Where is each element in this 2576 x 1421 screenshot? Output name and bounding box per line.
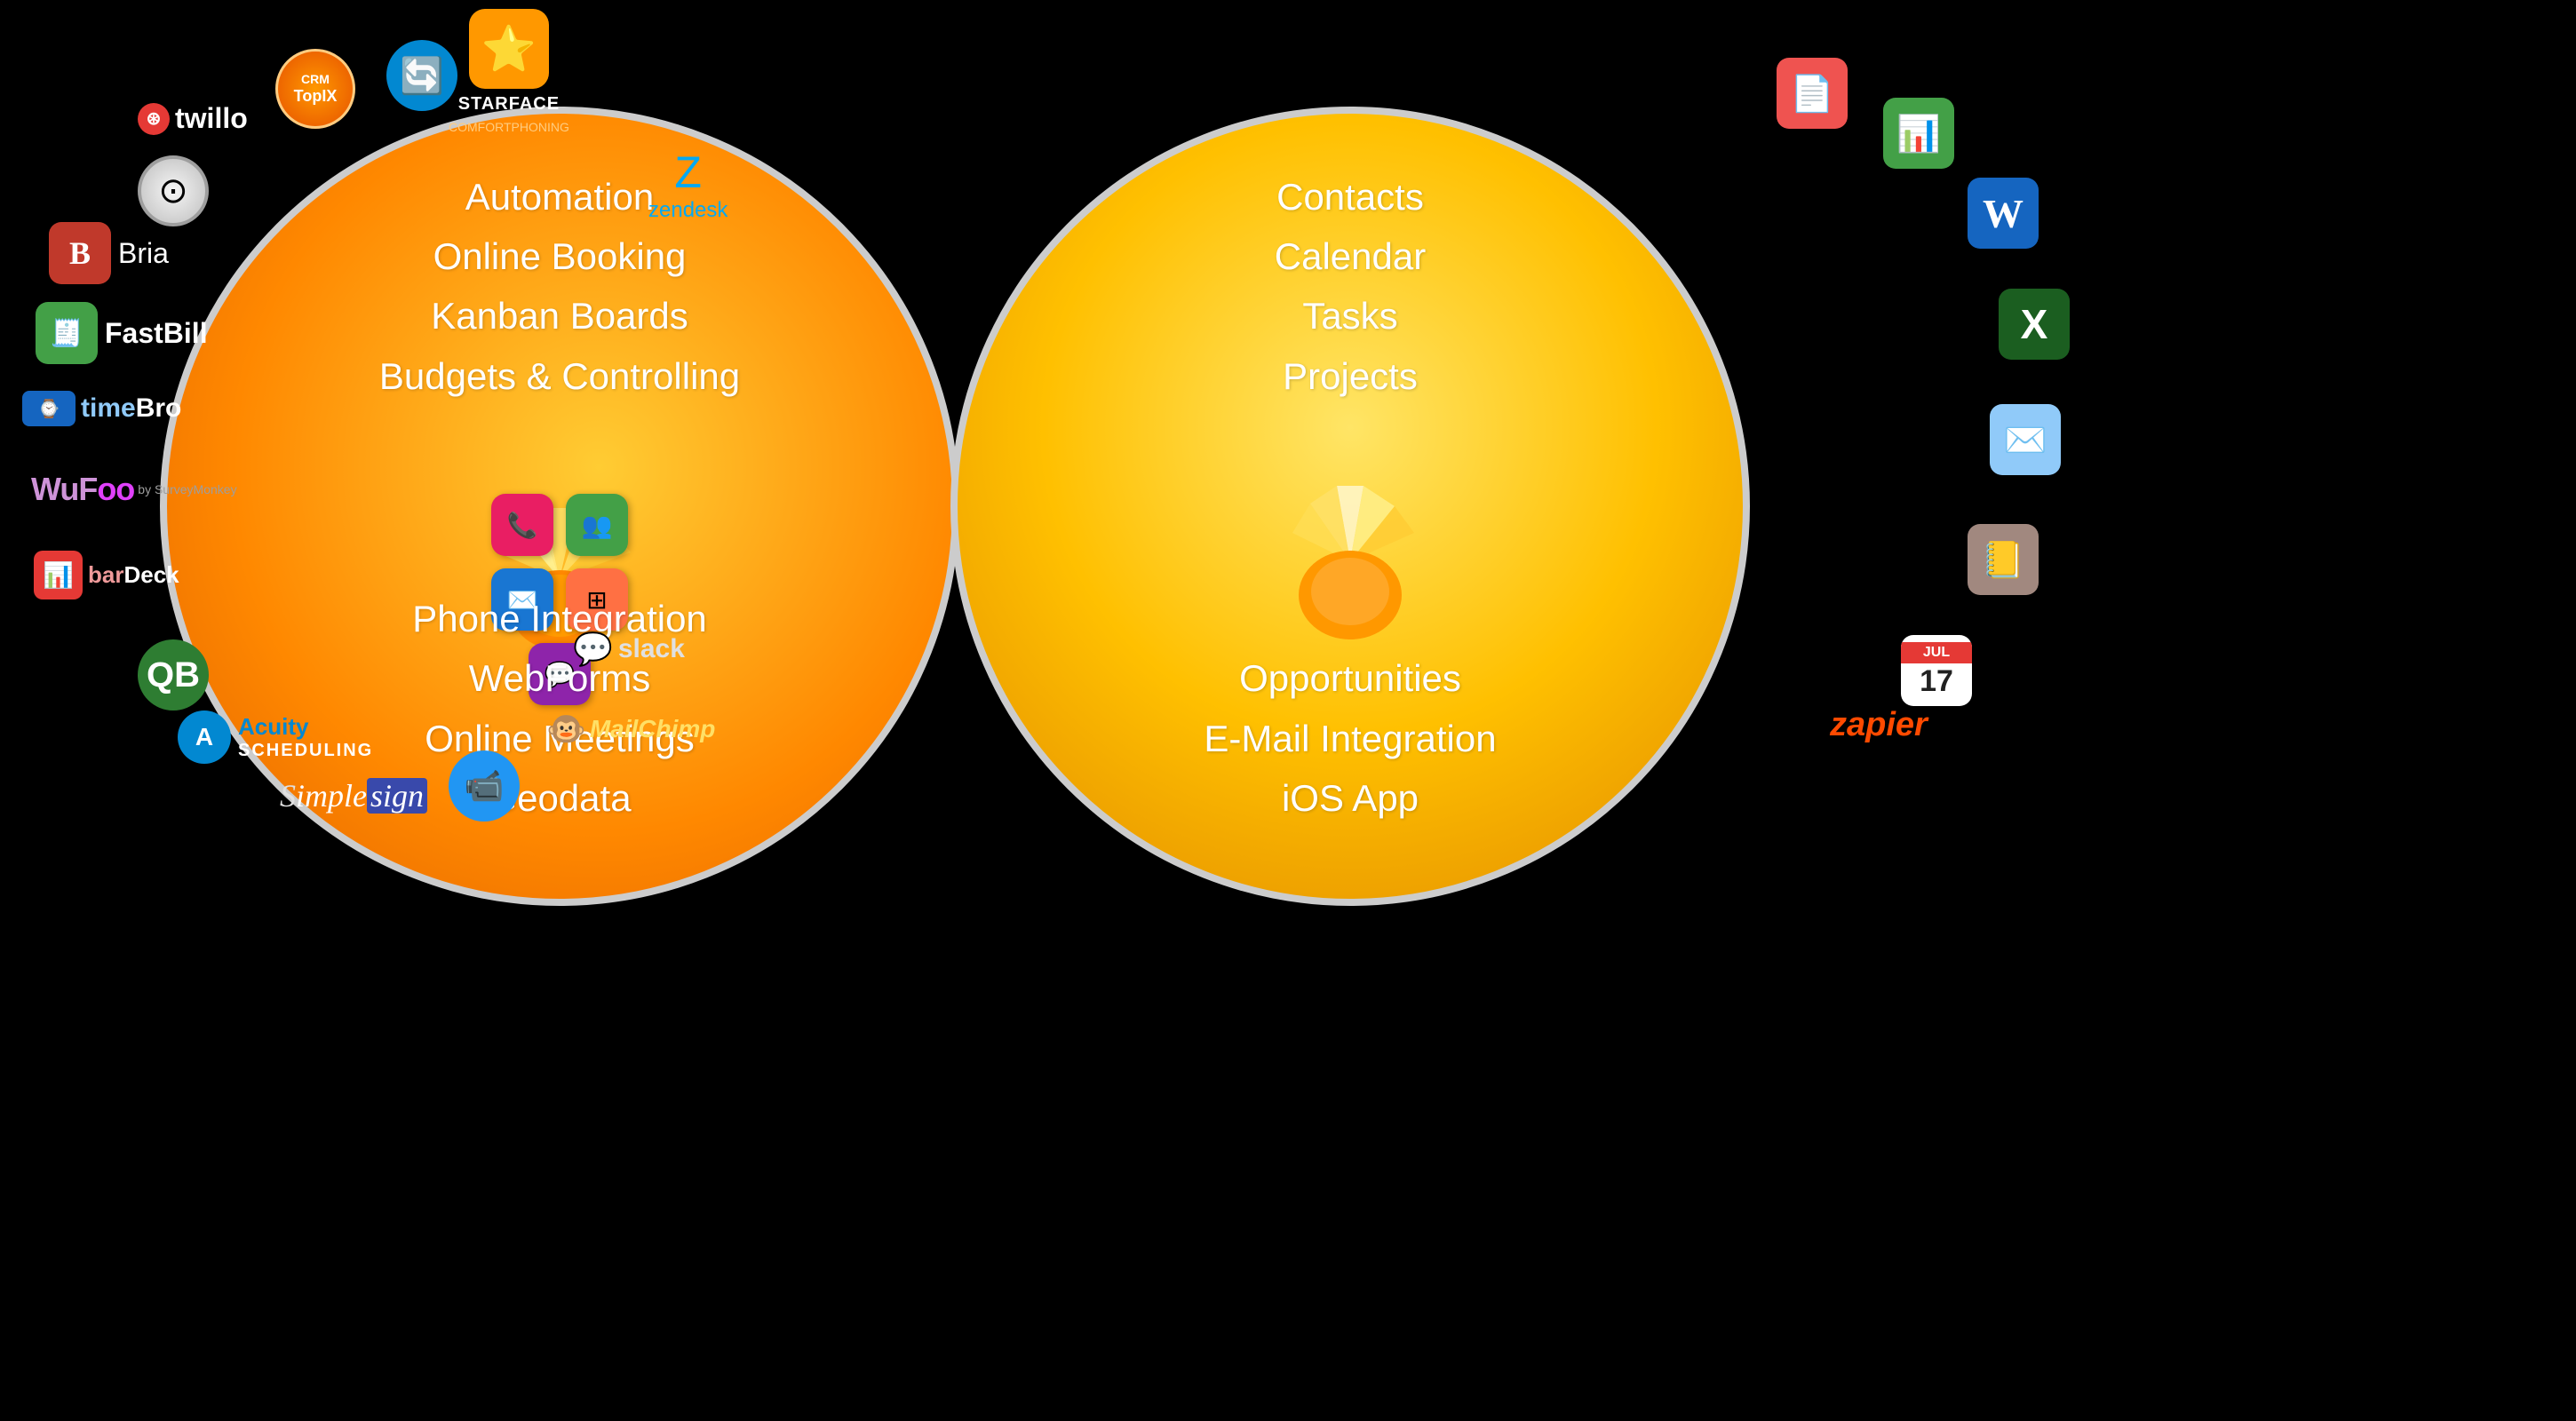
bardock-icon: 📊 barDeck <box>34 551 179 599</box>
pages-icon: 📄 <box>1777 58 1848 129</box>
calendar-icon: JUL 17 <box>1901 635 1972 706</box>
right-circle: Contacts Calendar Tasks Projects Opportu… <box>950 107 1750 906</box>
zoom-icon: 📹 <box>449 750 520 822</box>
topix-icon: CRMTopIX <box>275 49 355 129</box>
bria-icon: B Bria <box>49 222 169 284</box>
simplesign-icon: Simplesign <box>280 777 427 814</box>
cluster-phone-icon: 📞 <box>491 494 553 556</box>
sun-graphic-right <box>1226 455 1475 650</box>
starface-icon: ⭐ STARFACE COMFORTPHONING <box>449 9 569 134</box>
slack-icon: 💬 slack <box>573 631 685 668</box>
sync-icon: 🔄 <box>386 40 457 111</box>
quickbooks-icon: QB <box>138 639 209 710</box>
contacts-book-icon: 📒 <box>1968 524 2039 595</box>
excel-icon: X <box>1999 289 2070 360</box>
zendesk-icon: Z zendesk <box>648 147 727 223</box>
mail-icon: ✉️ <box>1990 404 2061 475</box>
word-icon: W <box>1968 178 2039 249</box>
cluster-team-icon: 👥 <box>566 494 628 556</box>
wufoo-icon: WuFoo by SurveyMonkey <box>31 471 237 508</box>
right-circle-bottom-items: Opportunities E-Mail Integration iOS App <box>958 648 1743 828</box>
right-circle-top-items: Contacts Calendar Tasks Projects <box>1275 167 1426 406</box>
numbers-icon: 📊 <box>1883 98 1954 169</box>
zapier-icon: zapier <box>1830 706 1928 744</box>
clockwork-icon: ⊙ <box>138 155 209 226</box>
timebro-icon: ⌚ timeBro <box>22 391 181 426</box>
fastbill-icon: 🧾 FastBill <box>36 302 208 364</box>
acuity-scheduling-icon: A Acuity SCHEDULING <box>178 710 373 764</box>
twilio-icon: ⊛ twillo <box>138 102 248 135</box>
mailchimp-icon: 🐵 MailChimp <box>546 710 715 748</box>
